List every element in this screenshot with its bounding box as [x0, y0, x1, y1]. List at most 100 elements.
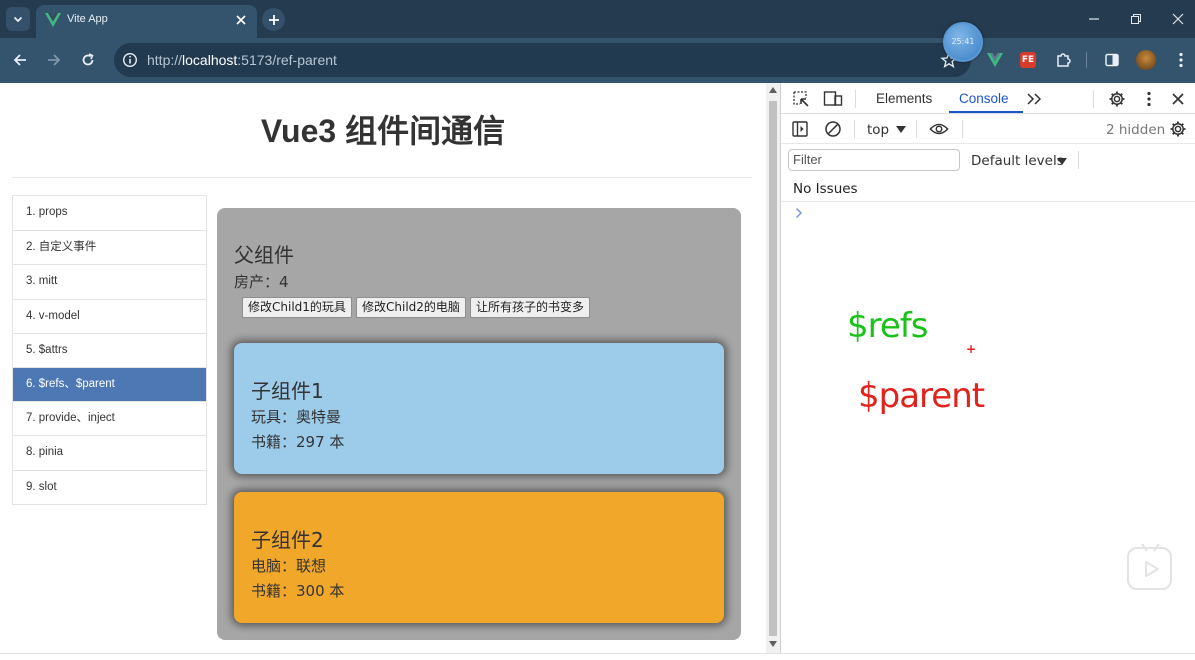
- browser-toolbar: http://localhost:5173/ref-parent FE: [0, 38, 1195, 83]
- context-selector[interactable]: top: [867, 122, 889, 138]
- scroll-up-icon[interactable]: [769, 87, 777, 93]
- close-tab-button[interactable]: [233, 12, 249, 28]
- scrollbar-thumb[interactable]: [769, 101, 777, 636]
- address-bar[interactable]: http://localhost:5173/ref-parent: [114, 43, 971, 77]
- vue-devtools-extension[interactable]: [985, 50, 1005, 70]
- url-path: :5173/ref-parent: [237, 52, 337, 68]
- tab-divider: [1093, 90, 1094, 108]
- info-icon[interactable]: [122, 52, 138, 68]
- nav-item-props[interactable]: 1. props: [13, 196, 206, 230]
- profile-avatar[interactable]: [1136, 50, 1156, 70]
- sidebar-icon: [792, 121, 808, 137]
- close-window-button[interactable]: [1169, 10, 1187, 28]
- change-child2-computer-button[interactable]: 修改Child2的电脑: [356, 297, 466, 318]
- nav-item-v-model[interactable]: 4. v-model: [13, 298, 206, 333]
- arrow-right-icon: [48, 54, 61, 66]
- dropdown-arrow-icon: [1057, 158, 1067, 165]
- back-button[interactable]: [10, 50, 30, 70]
- active-tab-indicator: [949, 111, 1023, 113]
- child2-component: 子组件2 电脑：联想 书籍：300 本: [234, 492, 724, 623]
- close-icon: [1172, 13, 1184, 25]
- minimize-button[interactable]: [1085, 10, 1103, 28]
- toolbar-divider: [1086, 52, 1087, 68]
- parent-house-count: 房产：4: [234, 273, 289, 291]
- side-panel-icon: [1105, 53, 1119, 67]
- side-panel-button[interactable]: [1102, 50, 1122, 70]
- parent-annotation: $parent: [858, 376, 985, 416]
- log-levels-dropdown[interactable]: Default levels: [971, 153, 1064, 169]
- child2-books: 书籍：300 本: [251, 582, 345, 600]
- close-icon: [236, 15, 246, 25]
- block-icon: [825, 121, 841, 137]
- console-sidebar-button[interactable]: [790, 119, 810, 139]
- toolbar-divider: [962, 120, 963, 138]
- nav-item-custom-event[interactable]: 2. 自定义事件: [13, 230, 206, 264]
- url-host: localhost: [182, 52, 238, 68]
- chevron-down-icon: [13, 16, 23, 23]
- nav-item-pinia[interactable]: 8. pinia: [13, 435, 206, 469]
- parent-component: 父组件 房产：4 修改Child1的玩具 修改Child2的电脑 让所有孩子的书…: [217, 208, 741, 640]
- devtools-tab-bar: Elements Console: [781, 83, 1195, 114]
- more-vertical-icon: [1147, 91, 1151, 107]
- child1-heading: 子组件1: [251, 379, 324, 403]
- inspect-element-button[interactable]: [791, 89, 811, 109]
- tab-elements[interactable]: Elements: [876, 91, 932, 106]
- reload-icon: [82, 53, 94, 66]
- toolbar-divider: [916, 120, 917, 138]
- close-devtools-button[interactable]: [1168, 89, 1188, 109]
- forward-button[interactable]: [44, 50, 64, 70]
- browser-menu-button[interactable]: [1171, 50, 1191, 70]
- fe-helper-extension[interactable]: FE: [1020, 52, 1036, 68]
- nav-item-slot[interactable]: 9. slot: [13, 469, 206, 504]
- child1-toy: 玩具：奥特曼: [251, 408, 342, 426]
- tab-search-button[interactable]: [6, 7, 30, 31]
- nav-item-provide-inject[interactable]: 7. provide、inject: [13, 401, 206, 435]
- plus-icon: [268, 14, 279, 25]
- console-settings-button[interactable]: [1168, 119, 1188, 139]
- page-scrollbar[interactable]: [766, 83, 780, 653]
- browser-tab[interactable]: Vite App: [36, 5, 257, 38]
- tab-console[interactable]: Console: [959, 91, 1009, 106]
- devtools-menu-button[interactable]: [1139, 89, 1159, 109]
- more-tabs-button[interactable]: [1024, 89, 1044, 109]
- filter-input[interactable]: Filter: [788, 149, 960, 171]
- nav-item-attrs[interactable]: 5. $attrs: [13, 332, 206, 367]
- reload-button[interactable]: [78, 50, 98, 70]
- hidden-messages-count: 2 hidden: [1106, 122, 1166, 138]
- scroll-down-icon[interactable]: [769, 641, 777, 647]
- floating-timer-badge[interactable]: 25:41: [943, 22, 983, 62]
- issues-bar: No Issues: [781, 174, 1195, 202]
- nav-item-refs-parent[interactable]: 6. $refs、$parent: [13, 366, 206, 402]
- page-viewport: Vue3 组件间通信 1. props 2. 自定义事件 3. mitt 4. …: [0, 83, 766, 653]
- tv-antenna-icon: [1141, 543, 1160, 552]
- console-prompt-icon[interactable]: [795, 207, 803, 219]
- divider: [12, 177, 752, 178]
- new-tab-button[interactable]: [262, 8, 285, 31]
- page-title: Vue3 组件间通信: [260, 113, 506, 149]
- timer-text: 25:41: [951, 37, 975, 46]
- tab-strip: Vite App: [0, 0, 1195, 38]
- plus-annotation: +: [966, 342, 977, 356]
- device-icon: [823, 91, 843, 106]
- devtools-settings-button[interactable]: [1107, 89, 1127, 109]
- extensions-button[interactable]: [1053, 50, 1073, 70]
- inspect-icon: [793, 91, 809, 107]
- restore-button[interactable]: [1127, 10, 1145, 28]
- dropdown-arrow-icon: [896, 126, 906, 133]
- device-toolbar-button[interactable]: [823, 89, 843, 109]
- close-icon: [1172, 93, 1184, 105]
- url-scheme: http://: [147, 52, 183, 68]
- more-vertical-icon: [1179, 52, 1183, 68]
- nav-item-mitt[interactable]: 3. mitt: [13, 264, 206, 298]
- issues-status[interactable]: No Issues: [793, 181, 858, 197]
- play-icon: [1145, 561, 1159, 577]
- change-child1-toy-button[interactable]: 修改Child1的玩具: [242, 297, 352, 318]
- nav-list: 1. props 2. 自定义事件 3. mitt 4. v-model 5. …: [12, 195, 207, 505]
- add-books-button[interactable]: 让所有孩子的书变多: [470, 297, 591, 318]
- live-expression-button[interactable]: [929, 119, 949, 139]
- url-text: http://localhost:5173/ref-parent: [147, 52, 337, 68]
- video-player-icon[interactable]: [1127, 543, 1172, 590]
- window-bottom-edge: [0, 653, 1195, 660]
- gear-icon: [1170, 121, 1186, 137]
- clear-console-button[interactable]: [823, 119, 843, 139]
